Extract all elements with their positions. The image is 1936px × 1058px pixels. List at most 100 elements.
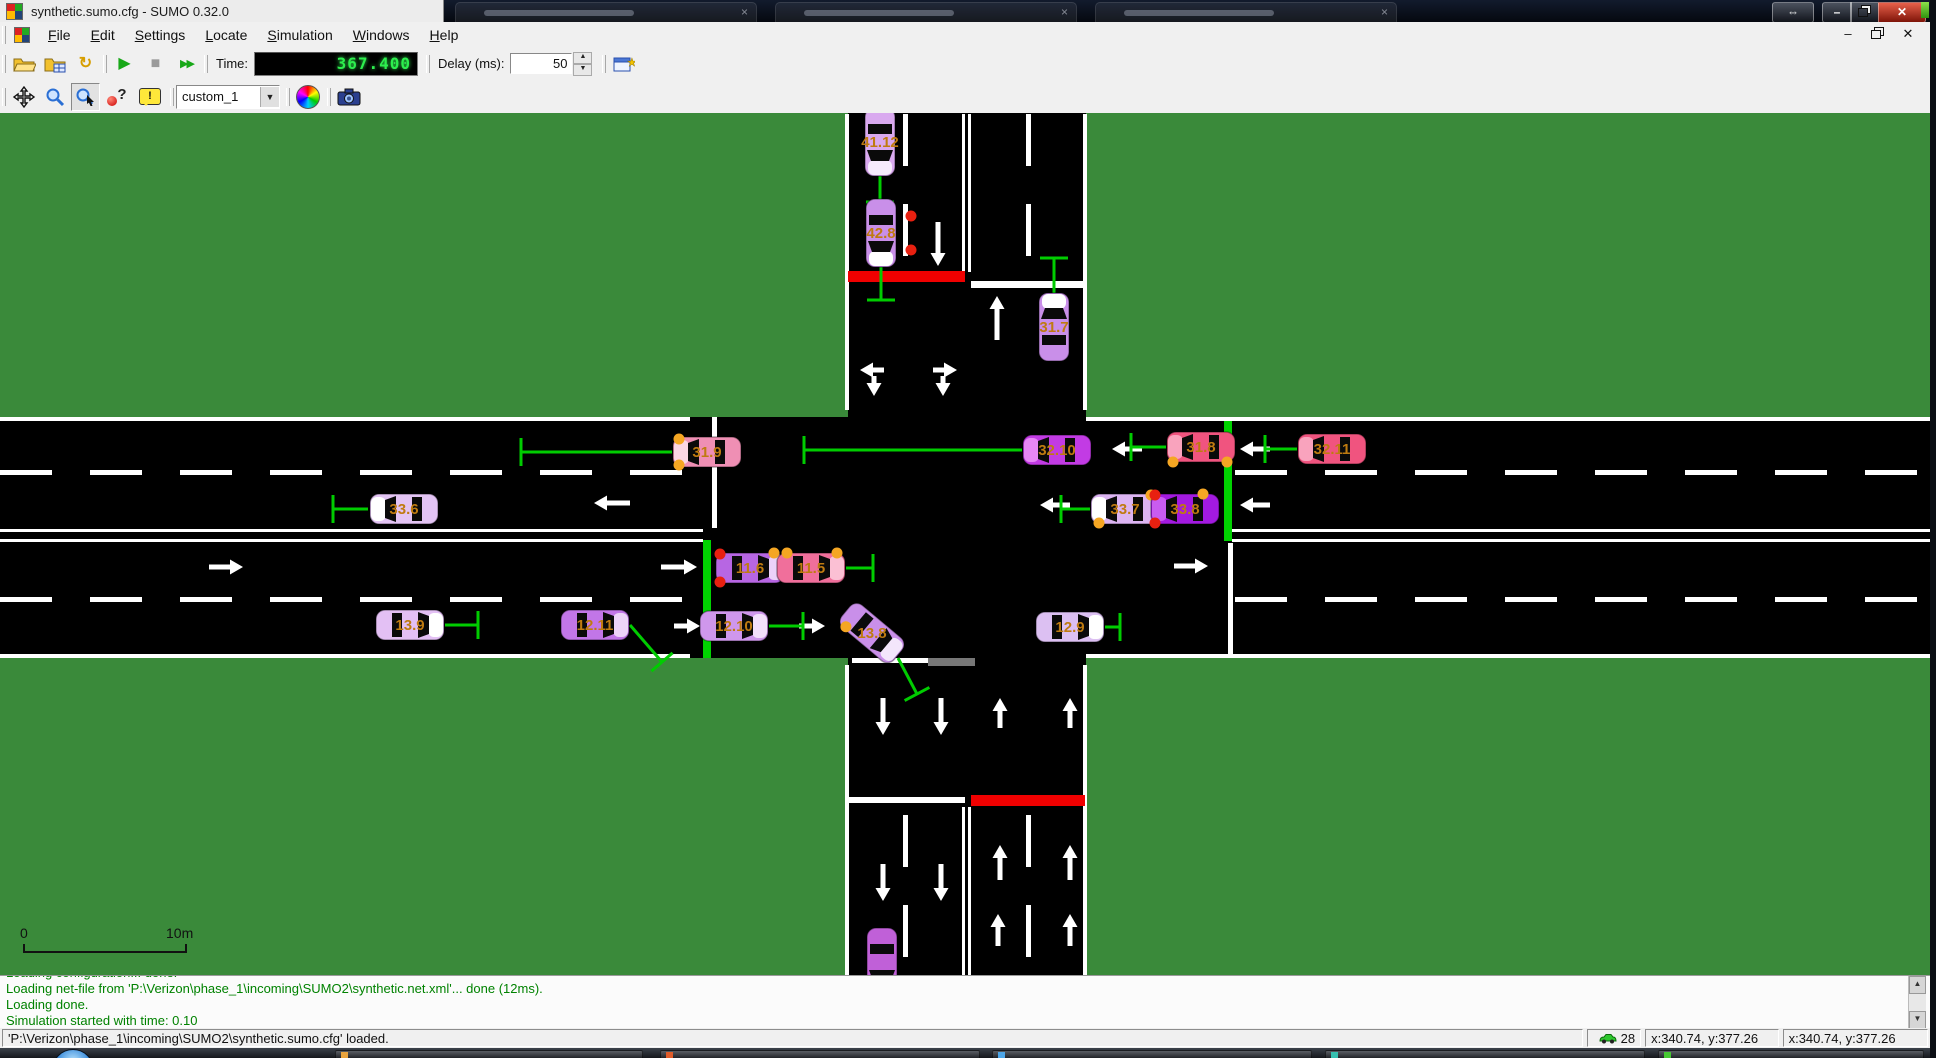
log-line: Loading net-file from 'P:\Verizon\phase_… (6, 981, 1930, 997)
menu-bar: File Edit Settings Locate Simulation Win… (0, 22, 1930, 48)
window-resize-button[interactable]: ⇔ (1772, 2, 1814, 23)
menu-file[interactable]: File (38, 24, 81, 46)
lane-arrow (209, 565, 231, 570)
tab-close-icon[interactable]: × (1061, 5, 1068, 19)
browser-tab[interactable]: × (1095, 2, 1397, 23)
taskbar-button[interactable] (1325, 1050, 1645, 1058)
delay-spin-down[interactable]: ▼ (573, 64, 592, 76)
screenshot-button[interactable] (334, 83, 363, 111)
toolbar-grip[interactable] (2, 88, 6, 106)
toolbar-grip[interactable] (426, 55, 430, 73)
scroll-up-icon[interactable]: ▲ (1909, 976, 1926, 994)
toolbar-grip[interactable] (2, 26, 6, 44)
zoom-select-button[interactable] (71, 83, 100, 111)
mdi-minimize-button[interactable]: – (1836, 25, 1860, 44)
browser-tab[interactable]: × (455, 2, 757, 23)
open-network-button[interactable] (40, 50, 69, 78)
vehicle-window (867, 150, 893, 161)
new-view-icon: ★ (613, 54, 635, 74)
view-toolbar: ? ! custom_1 ▼ (0, 80, 1930, 114)
app-icon (1331, 1052, 1338, 1058)
toolbar-grip[interactable] (204, 55, 208, 73)
menu-edit[interactable]: Edit (81, 24, 125, 46)
blinker-light (832, 548, 843, 559)
message-window-button[interactable]: ! (133, 83, 167, 111)
toolbar-grip[interactable] (103, 55, 107, 73)
tab-close-icon[interactable]: × (1381, 5, 1388, 19)
stop-button[interactable]: ■ (141, 50, 170, 78)
lane-dash (903, 815, 908, 867)
new-view-button[interactable]: ★ (609, 50, 638, 78)
lane-arrow (872, 376, 877, 384)
simulation-view[interactable]: 41.1242.831.731.933.632.1031.832.1133.73… (0, 113, 1930, 975)
open-config-button[interactable] (9, 50, 38, 78)
taskbar-button[interactable] (660, 1050, 980, 1058)
menu-simulation[interactable]: Simulation (257, 24, 342, 46)
question-icon: ? (117, 86, 126, 103)
lane-arrow (941, 376, 946, 384)
lane-dash (450, 597, 502, 602)
window-close-button[interactable]: ✕ (1878, 2, 1926, 23)
recenter-view-button[interactable] (9, 83, 38, 111)
toolbar-grip[interactable] (170, 88, 174, 106)
mdi-close-button[interactable]: ✕ (1896, 25, 1920, 44)
lane-dash (270, 597, 322, 602)
coloring-scheme-value: custom_1 (177, 89, 260, 104)
taskbar-button[interactable] (1658, 1050, 1924, 1058)
taskbar-button[interactable] (335, 1050, 643, 1058)
tab-close-icon[interactable]: × (741, 5, 748, 19)
browser-tab[interactable]: × (775, 2, 1077, 23)
delay-input[interactable]: 50 (510, 53, 572, 74)
sumo-title-bar[interactable]: synthetic.sumo.cfg - SUMO 0.32.0 (0, 0, 444, 22)
folder-network-icon (43, 54, 67, 74)
log-line: Loading done. (6, 997, 1930, 1013)
toolbar-grip[interactable] (327, 88, 331, 106)
vehicle-window (868, 241, 894, 252)
simulation-canvas[interactable]: 41.1242.831.731.933.632.1031.832.1133.73… (0, 113, 1930, 975)
blinker-light (1222, 457, 1233, 468)
lane-dash (1325, 597, 1377, 602)
coloring-scheme-dropdown[interactable]: custom_1 ▼ (176, 85, 280, 109)
chevron-down-icon[interactable]: ▼ (260, 87, 279, 107)
lane-line (968, 114, 971, 272)
vehicle[interactable] (867, 928, 897, 975)
status-message: 'P:\Verizon\phase_1\incoming\SUMO2\synth… (2, 1029, 1583, 1047)
vehicle-label: 12.9 (1055, 619, 1084, 636)
mdi-restore-button[interactable] (1866, 25, 1890, 44)
menu-windows[interactable]: Windows (343, 24, 420, 46)
menu-help[interactable]: Help (420, 24, 469, 46)
locate-button[interactable]: ? (102, 83, 131, 111)
reload-button[interactable]: ↻ (71, 50, 100, 78)
edit-coloring-button[interactable] (293, 83, 322, 111)
toolbar-grip[interactable] (2, 55, 6, 73)
menu-settings[interactable]: Settings (125, 24, 196, 46)
scroll-down-icon[interactable]: ▼ (1909, 1011, 1926, 1029)
zoom-button[interactable] (40, 83, 69, 111)
vehicle-label: 32.11 (1314, 441, 1351, 458)
menu-locate[interactable]: Locate (195, 24, 257, 46)
sumo-application-window: × × × synthetic.sumo.cfg - SUMO 0.32.0 ⇔… (0, 0, 1936, 1058)
toolbar-grip[interactable] (602, 55, 606, 73)
lane-dash (1026, 114, 1031, 166)
run-button[interactable]: ▶ (110, 50, 139, 78)
vehicle-window (1041, 308, 1067, 319)
taskbar-button[interactable] (992, 1050, 1312, 1058)
mdi-window-icon[interactable] (14, 27, 30, 43)
cursor-coordinates: x:340.74, y:377.26 (1645, 1029, 1778, 1047)
window-restore-button[interactable] (1850, 2, 1880, 23)
lane-dash (180, 470, 232, 475)
delay-spin-up[interactable]: ▲ (573, 52, 592, 64)
lane-arrow (936, 222, 941, 254)
lane-dash (1505, 597, 1557, 602)
vehicle-windshield (613, 613, 628, 637)
window-title: synthetic.sumo.cfg - SUMO 0.32.0 (31, 4, 229, 19)
log-scrollbar[interactable]: ▲ ▼ (1908, 976, 1926, 1029)
camera-icon (337, 88, 361, 106)
step-button[interactable]: ▶▶ (172, 50, 201, 78)
lane-dash (1235, 597, 1287, 602)
window-minimize-button[interactable]: – (1822, 2, 1852, 23)
lane-line (848, 797, 965, 803)
lane-dash (450, 470, 502, 475)
toolbar-grip[interactable] (286, 88, 290, 106)
vehicle-label: 12.11 (577, 617, 614, 634)
